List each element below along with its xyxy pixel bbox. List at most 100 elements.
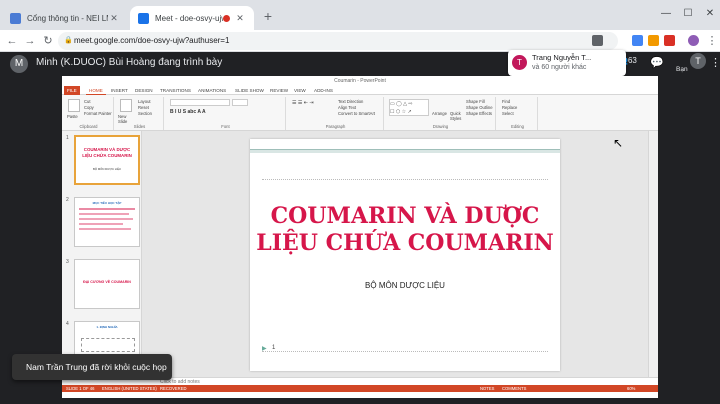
comments-button[interactable]: COMMENTS xyxy=(502,385,526,392)
group-label: Editing xyxy=(511,124,524,129)
thumb-number: 4 xyxy=(66,321,69,327)
slides-group: New Slide Layout Reset Section Slides xyxy=(116,97,164,130)
tab-design[interactable]: DESIGN xyxy=(132,86,156,95)
zoom-level[interactable]: 60% xyxy=(627,385,635,392)
notes-pane[interactable]: Click to add notes xyxy=(142,377,658,385)
lock-icon: 🔒 xyxy=(64,37,73,44)
chat-icon[interactable]: 💬 xyxy=(650,56,664,69)
new-slide-button[interactable]: New Slide xyxy=(118,114,136,124)
thumb-title: COUMARIN VÀ DƯỢC LIỆU CHỨA COUMARIN xyxy=(82,147,132,158)
extension-icon[interactable] xyxy=(664,35,675,46)
extension-icon[interactable] xyxy=(648,35,659,46)
align-text-button[interactable]: Align Text xyxy=(338,105,356,110)
tab-addins[interactable]: ADD-INS xyxy=(311,86,336,95)
paste-button[interactable]: Paste xyxy=(67,114,78,119)
tab-insert[interactable]: INSERT xyxy=(108,86,131,95)
text-direction-button[interactable]: Text Direction xyxy=(338,99,363,104)
new-tab-button[interactable]: + xyxy=(260,8,276,24)
ppt-title: Coumarin - PowerPoint xyxy=(62,76,658,86)
reset-button[interactable]: Reset xyxy=(138,105,149,110)
tab-animations[interactable]: ANIMATIONS xyxy=(195,86,229,95)
close-tab-icon[interactable]: ✕ xyxy=(234,13,246,24)
paragraph-group: ☰ ☰ ⇤ ⇥ Text Direction Align Text Conver… xyxy=(288,97,384,130)
smartart-button[interactable]: Convert to SmartArt xyxy=(338,111,375,116)
paste-icon[interactable] xyxy=(68,99,80,112)
extension-icon[interactable] xyxy=(632,35,643,46)
browser-menu-icon[interactable]: ⋮ xyxy=(704,33,720,49)
tab-home[interactable]: HOME xyxy=(86,86,106,95)
vertical-scrollbar[interactable] xyxy=(648,131,658,377)
tab-review[interactable]: REVIEW xyxy=(267,86,291,95)
shape-effects-button[interactable]: Shape Effects xyxy=(466,111,492,116)
thumb-text-line xyxy=(79,208,135,210)
thumb-title: 1. ĐỊNH NGHĨA xyxy=(96,325,118,329)
address-bar-row: ← → ↻ 🔒 meet.google.com/doe-osvy-ujw?aut… xyxy=(0,30,720,52)
url-input[interactable]: 🔒 meet.google.com/doe-osvy-ujw?authuser=… xyxy=(58,32,618,50)
self-label: Bạn xyxy=(676,66,688,73)
ribbon-tabs: FILE HOME INSERT DESIGN TRANSITIONS ANIM… xyxy=(62,86,658,95)
find-button[interactable]: Find xyxy=(502,99,510,104)
powerpoint-window: Coumarin - PowerPoint Minh Bu FILE HOME … xyxy=(62,76,658,398)
current-slide[interactable]: COUMARIN VÀ DƯỢC LIỆU CHỨA COUMARIN BỘ M… xyxy=(250,139,560,371)
minimize-button[interactable]: — xyxy=(656,6,676,22)
shape-outline-button[interactable]: Shape Outline xyxy=(466,105,493,110)
reload-button[interactable]: ↻ xyxy=(40,33,56,49)
tab-slideshow[interactable]: SLIDE SHOW xyxy=(232,86,267,95)
close-tab-icon[interactable]: ✕ xyxy=(108,13,120,24)
slide-editing-canvas[interactable]: COUMARIN VÀ DƯỢC LIỆU CHỨA COUMARIN BỘ M… xyxy=(142,131,648,377)
leave-notification-toast: Nam Trần Trung đã rời khỏi cuộc họp xyxy=(12,354,172,380)
tab-transitions[interactable]: TRANSITIONS xyxy=(157,86,194,95)
cut-button[interactable]: Cut xyxy=(84,99,91,104)
shapes-gallery[interactable]: ▭ ◯ △ ⇨ ☐ ⬡ ☆ ↗ xyxy=(389,99,429,116)
profile-avatar[interactable] xyxy=(688,35,699,46)
slide-thumbnail[interactable]: MỤC TIÊU HỌC TẬP xyxy=(74,197,140,247)
slide-counter: SLIDE 1 OF 46 xyxy=(66,386,95,391)
participant-name: Trang Nguyễn T... xyxy=(532,53,592,62)
format-painter-button[interactable]: Format Painter xyxy=(84,111,112,116)
slide-title[interactable]: COUMARIN VÀ DƯỢC LIỆU CHỨA COUMARIN xyxy=(250,203,560,257)
shape-fill-button[interactable]: Shape Fill xyxy=(466,99,485,104)
slide-thumbnail-pane: 1 COUMARIN VÀ DƯỢC LIỆU CHỨA COUMARIN BỘ… xyxy=(62,131,142,377)
layout-button[interactable]: Layout xyxy=(138,99,151,104)
tab-view[interactable]: VIEW xyxy=(291,86,309,95)
select-button[interactable]: Select xyxy=(502,111,514,116)
more-options-icon[interactable]: ⋮ xyxy=(710,56,720,69)
thumb-structure-image xyxy=(81,338,135,352)
slide-thumbnail[interactable]: ĐẠI CƯƠNG VỀ COUMARIN xyxy=(74,259,140,309)
thumb-number: 2 xyxy=(66,197,69,203)
mouse-cursor-icon: ↖ xyxy=(613,136,624,150)
thumb-title: MỤC TIÊU HỌC TẬP xyxy=(92,201,122,205)
replace-button[interactable]: Replace xyxy=(502,105,517,110)
quick-styles-button[interactable]: Quick Styles xyxy=(450,111,464,121)
font-format-icons[interactable]: B I U S abc A A xyxy=(170,109,206,115)
new-slide-icon[interactable] xyxy=(120,99,132,112)
participant-join-notice[interactable]: T Trang Nguyễn T... và 60 người khác xyxy=(508,50,626,76)
tab-file[interactable]: FILE xyxy=(64,86,80,95)
self-avatar[interactable]: T xyxy=(690,53,706,69)
group-label: Font xyxy=(221,124,230,129)
arrange-button[interactable]: Arrange xyxy=(432,111,447,116)
section-button[interactable]: Section xyxy=(138,111,152,116)
back-button[interactable]: ← xyxy=(4,33,20,49)
list-icons[interactable]: ☰ ☰ ⇤ ⇥ xyxy=(292,100,314,106)
maximize-button[interactable]: ☐ xyxy=(678,6,698,22)
thumb-number: 1 xyxy=(66,135,69,141)
slide-title-line: COUMARIN VÀ DƯỢC xyxy=(270,203,540,229)
slide-thumbnail[interactable]: COUMARIN VÀ DƯỢC LIỆU CHỨA COUMARIN BỘ M… xyxy=(74,135,140,185)
close-window-button[interactable]: ✕ xyxy=(700,6,720,22)
thumb-subtitle: BỘ MÔN DƯỢC LIỆU xyxy=(93,167,121,171)
forward-button[interactable]: → xyxy=(22,33,38,49)
font-name-select[interactable] xyxy=(170,99,230,106)
camera-icon[interactable] xyxy=(592,35,603,46)
group-label: Drawing xyxy=(432,124,449,129)
slide-subtitle[interactable]: BỘ MÔN DƯỢC LIỆU xyxy=(250,281,560,290)
tab-lms[interactable]: Cổng thông tin - NEI LMS ✕ xyxy=(2,6,128,30)
notes-button[interactable]: NOTES xyxy=(480,385,494,392)
font-size-select[interactable] xyxy=(232,99,248,106)
copy-button[interactable]: Copy xyxy=(84,105,94,110)
presenter-label: Minh (K.DUOC) Bùi Hoàng đang trình bày xyxy=(36,57,223,68)
ribbon: Paste Cut Copy Format Painter Clipboard … xyxy=(62,95,658,131)
clipboard-group: Paste Cut Copy Format Painter Clipboard xyxy=(64,97,114,130)
status-bar: SLIDE 1 OF 46 ENGLISH (UNITED STATES) RE… xyxy=(62,385,658,392)
tab-meet[interactable]: Meet - doe-osvy-ujw ✕ xyxy=(130,6,254,30)
